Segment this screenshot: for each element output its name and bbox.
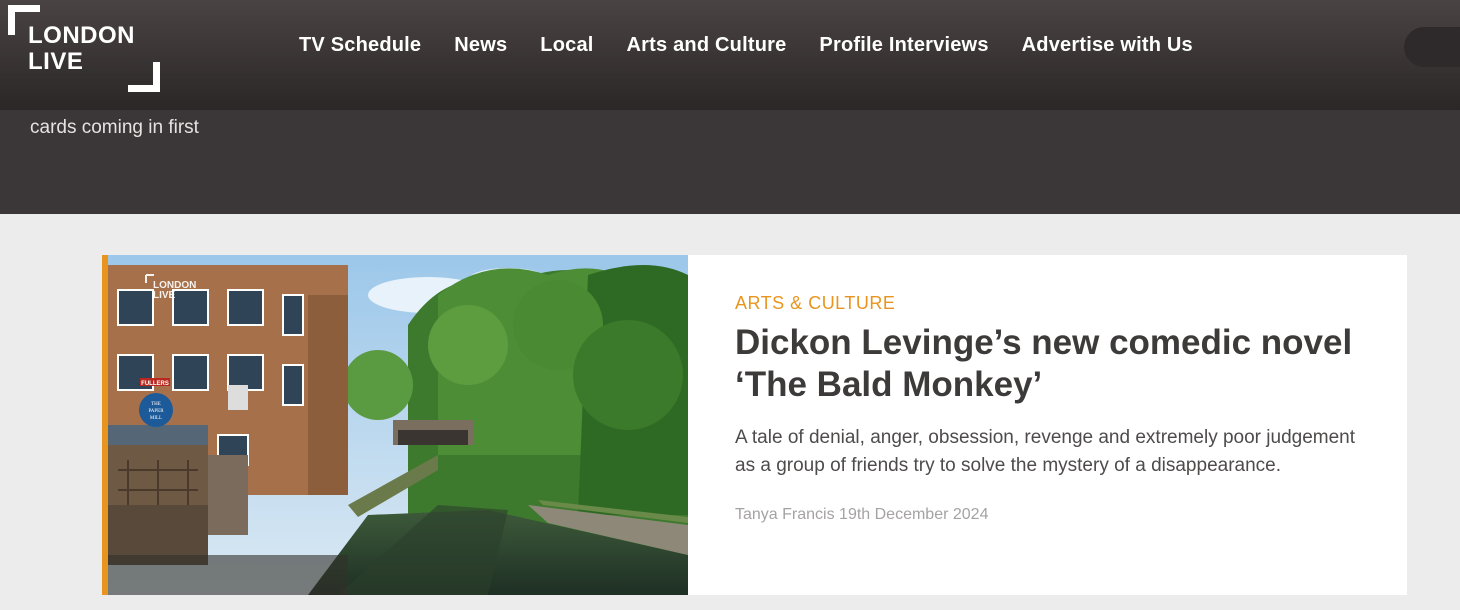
logo-wordmark: LONDON LIVE (28, 23, 135, 75)
logo-line-2: LIVE (28, 48, 84, 75)
canal-photo: THE PAPER MILL FULLERS LONDON LIVE (108, 255, 688, 595)
nav-item-tv-schedule[interactable]: TV Schedule (299, 34, 421, 57)
article-card[interactable]: THE PAPER MILL FULLERS LONDON LIVE ARTS … (102, 255, 1407, 595)
badge-line-3: MILL (150, 416, 162, 421)
nav-item-advertise[interactable]: Advertise with Us (1022, 34, 1193, 57)
search-toggle[interactable] (1404, 27, 1460, 67)
top-navbar: LONDON LIVE TV Schedule News Local Arts … (0, 0, 1460, 110)
article-byline: Tanya Francis 19th December 2024 (735, 506, 989, 523)
logo-corner-bottom-right (128, 62, 160, 92)
article-headline[interactable]: Dickon Levinge’s new comedic novel ‘The … (735, 322, 1355, 406)
logo-line-1: LONDON (28, 22, 135, 49)
article-category[interactable]: ARTS & CULTURE (735, 293, 1355, 314)
nav-item-local[interactable]: Local (540, 34, 593, 57)
image-watermark-line-2: LIVE (153, 290, 176, 301)
badge-line-2: PAPER (148, 409, 164, 414)
hero-text-line: cards coming in first (30, 117, 199, 138)
main-nav: TV Schedule News Local Arts and Culture … (299, 34, 1226, 57)
article-summary: A tale of denial, anger, obsession, reve… (735, 427, 1356, 476)
article-image[interactable]: THE PAPER MILL FULLERS LONDON LIVE (108, 255, 688, 595)
nav-item-arts-and-culture[interactable]: Arts and Culture (627, 34, 787, 57)
nav-item-profile-interviews[interactable]: Profile Interviews (819, 34, 988, 57)
fullers-sign: FULLERS (141, 381, 169, 387)
article-body: ARTS & CULTURE Dickon Levinge’s new come… (735, 293, 1355, 524)
nav-item-news[interactable]: News (454, 34, 507, 57)
badge-line-1: THE (151, 402, 161, 407)
site-logo[interactable]: LONDON LIVE (8, 5, 160, 92)
